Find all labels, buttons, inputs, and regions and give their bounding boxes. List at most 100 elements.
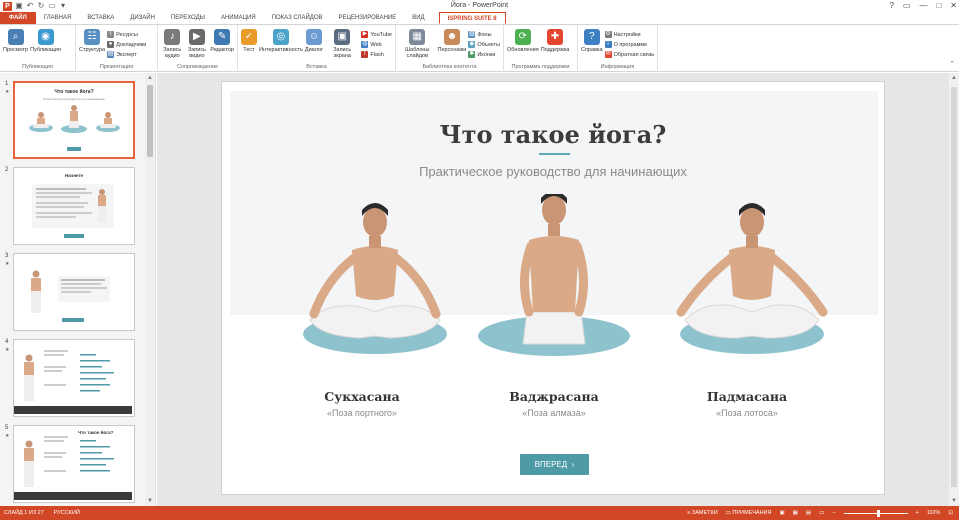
resources-button[interactable]: ⌇ Ресурсы — [107, 30, 146, 39]
scrollbar-thumb[interactable] — [951, 87, 957, 487]
updates-icon: ⟳ — [514, 29, 531, 45]
scrollbar-thumb[interactable] — [147, 85, 153, 157]
animation-star-icon: ★ — [5, 347, 10, 353]
next-button[interactable]: ВПЕРЕД › — [520, 454, 589, 475]
language-indicator[interactable]: РУССКИЙ — [54, 510, 80, 516]
editor-scrollbar[interactable]: ▲ ▼ — [949, 73, 959, 506]
tab-slideshow[interactable]: ПОКАЗ СЛАЙДОВ — [264, 12, 331, 24]
group-content-library: ▦ Шаблоны слайдов ☻ Персонажи ▨ Фоны ◆ Объ… — [396, 25, 504, 72]
help-question-icon: ? — [583, 29, 600, 45]
icons-icon: ✱ — [468, 51, 476, 58]
group-publish: ⌕ Просмотр ◉ Публикация Публикация — [0, 25, 76, 72]
title-underline — [539, 153, 570, 155]
tab-animation[interactable]: АНИМАЦИЯ — [213, 12, 264, 24]
slide-editor: Что такое йога? Практическое руководство… — [157, 73, 959, 506]
tab-view[interactable]: ВИД — [404, 12, 432, 24]
redo-icon[interactable]: ↻ — [37, 2, 45, 10]
notes-button[interactable]: ≡ ЗАМЕТКИ — [687, 510, 718, 516]
flash-icon: f — [361, 51, 369, 58]
tab-review[interactable]: РЕЦЕНЗИРОВАНИЕ — [331, 12, 405, 24]
character-icon: ☻ — [443, 29, 460, 45]
scroll-up-icon[interactable]: ▲ — [146, 74, 154, 82]
thumbnail-preview[interactable]: Что такое йога? — [13, 339, 135, 417]
collapse-ribbon-icon[interactable]: ⌃ — [949, 60, 955, 68]
web-button[interactable]: ◍ Web — [361, 40, 392, 49]
pose-name-sukhasana[interactable]: Сукхасана — [282, 389, 442, 404]
fit-slide-icon[interactable]: ⊡ — [948, 510, 953, 516]
tab-home[interactable]: ГЛАВНАЯ — [36, 12, 80, 24]
pose-sub-vajrasana[interactable]: «Поза алмаза» — [474, 408, 634, 418]
backgrounds-button[interactable]: ▨ Фоны — [468, 30, 500, 39]
pose-name-padmasana[interactable]: Падмасана — [667, 389, 827, 404]
tab-insert[interactable]: ВСТАВКА — [79, 12, 122, 24]
settings-button[interactable]: ⚙ Настройки — [604, 30, 655, 39]
tab-file[interactable]: ФАЙЛ — [0, 12, 36, 24]
scroll-down-icon[interactable]: ▼ — [146, 497, 154, 505]
thumbnail-content — [14, 342, 132, 414]
zoom-in-icon[interactable]: + — [916, 510, 919, 516]
dialog-icon: ☺ — [305, 29, 322, 45]
zoom-out-icon[interactable]: − — [832, 510, 835, 516]
vajrasana-image[interactable] — [469, 194, 639, 368]
about-button[interactable]: iО программе — [604, 40, 655, 49]
icons-button[interactable]: ✱ Иконки — [468, 50, 500, 59]
pose-sub-padmasana[interactable]: «Поза лотоса» — [667, 408, 827, 418]
minimize-icon[interactable]: — — [919, 0, 927, 12]
thumbnail-preview[interactable]: Начнете — [13, 167, 135, 245]
thumbnail-preview[interactable]: Что такое йога? — [13, 425, 135, 503]
save-icon[interactable]: ▣ — [15, 2, 23, 10]
thumbnail-preview[interactable] — [13, 253, 135, 331]
scroll-down-icon[interactable]: ▼ — [950, 497, 958, 505]
thumbnail-preview[interactable]: Что такое йога? Практическое руководство… — [13, 81, 135, 159]
flash-button[interactable]: f Flash — [361, 50, 392, 59]
slide-title[interactable]: Что такое йога? — [222, 120, 884, 149]
publish-icon: ◉ — [37, 29, 54, 45]
animation-star-icon: ★ — [5, 89, 10, 95]
reading-view-icon[interactable]: ▤ — [806, 510, 811, 516]
group-support: ⟳ Обновления ✚ Поддержка Программа подде… — [504, 25, 578, 72]
slideshow-icon[interactable]: ▭ — [48, 2, 56, 10]
normal-view-icon[interactable]: ▣ — [779, 510, 784, 516]
feedback-icon: ✉ — [604, 51, 612, 58]
maximize-icon[interactable]: □ — [936, 0, 941, 12]
powerpoint-window: P ▣ ↶ ↻ ▭ ▾ Йога - PowerPoint ? ▭ — □ ✕ … — [0, 0, 959, 520]
ribbon-display-icon[interactable]: ▭ — [903, 0, 911, 12]
customize-toolbar-icon[interactable]: ▾ — [59, 2, 67, 10]
gear-icon: ⚙ — [604, 31, 612, 38]
group-narration: ♪ Запись аудио ▶ Запись видео ✎ Редактор… — [158, 25, 238, 72]
youtube-button[interactable]: ▶ YouTube — [361, 30, 392, 39]
pose-sub-sukhasana[interactable]: «Поза портного» — [282, 408, 442, 418]
comments-button[interactable]: ▭ ПРИМЕЧАНИЯ — [726, 510, 772, 516]
quick-access-toolbar: P ▣ ↶ ↻ ▭ ▾ — [0, 1, 67, 11]
tab-ispring[interactable]: ISPRING SUITE 8 — [438, 12, 506, 24]
undo-icon[interactable]: ↶ — [26, 2, 34, 10]
screen-record-icon: ▣ — [334, 29, 351, 45]
slide-subtitle[interactable]: Практическое руководство для начинающих — [222, 164, 884, 179]
camera-icon: ▶ — [188, 29, 205, 45]
objects-button[interactable]: ◆ Объекты — [468, 40, 500, 49]
zoom-level[interactable]: 110% — [927, 510, 941, 516]
sukhasana-image[interactable] — [290, 198, 460, 372]
expert-button[interactable]: ▤ Эксперт — [107, 50, 146, 59]
current-slide[interactable]: Что такое йога? Практическое руководство… — [221, 81, 885, 495]
padmasana-image[interactable] — [667, 198, 837, 372]
quiz-icon: ✓ — [241, 29, 257, 45]
pose-name-vajrasana[interactable]: Ваджрасана — [474, 389, 634, 404]
zoom-slider-knob[interactable] — [876, 509, 880, 517]
close-icon[interactable]: ✕ — [950, 0, 957, 12]
thumbnails-scrollbar[interactable]: ▲ ▼ — [145, 73, 155, 506]
editor-icon: ✎ — [214, 29, 231, 45]
thumbnail-content — [31, 270, 110, 322]
group-presentation: ☷ Структура ⌇ Ресурсы ● Докладчики ▤ Экспер… — [76, 25, 158, 72]
slideshow-view-icon[interactable]: ▭ — [819, 510, 824, 516]
zoom-slider[interactable] — [843, 509, 908, 517]
help-icon[interactable]: ? — [889, 0, 893, 12]
thumbnail-poses — [29, 105, 120, 151]
tab-transitions[interactable]: ПЕРЕХОДЫ — [163, 12, 213, 24]
feedback-button[interactable]: ✉ Обратная связь — [604, 50, 654, 59]
sorter-view-icon[interactable]: ▦ — [793, 510, 798, 516]
tab-design[interactable]: ДИЗАЙН — [122, 12, 163, 24]
scroll-up-icon[interactable]: ▲ — [950, 74, 958, 82]
presenters-button[interactable]: ● Докладчики — [107, 40, 146, 49]
slide-counter: СЛАЙД 1 ИЗ 27 — [4, 510, 44, 516]
